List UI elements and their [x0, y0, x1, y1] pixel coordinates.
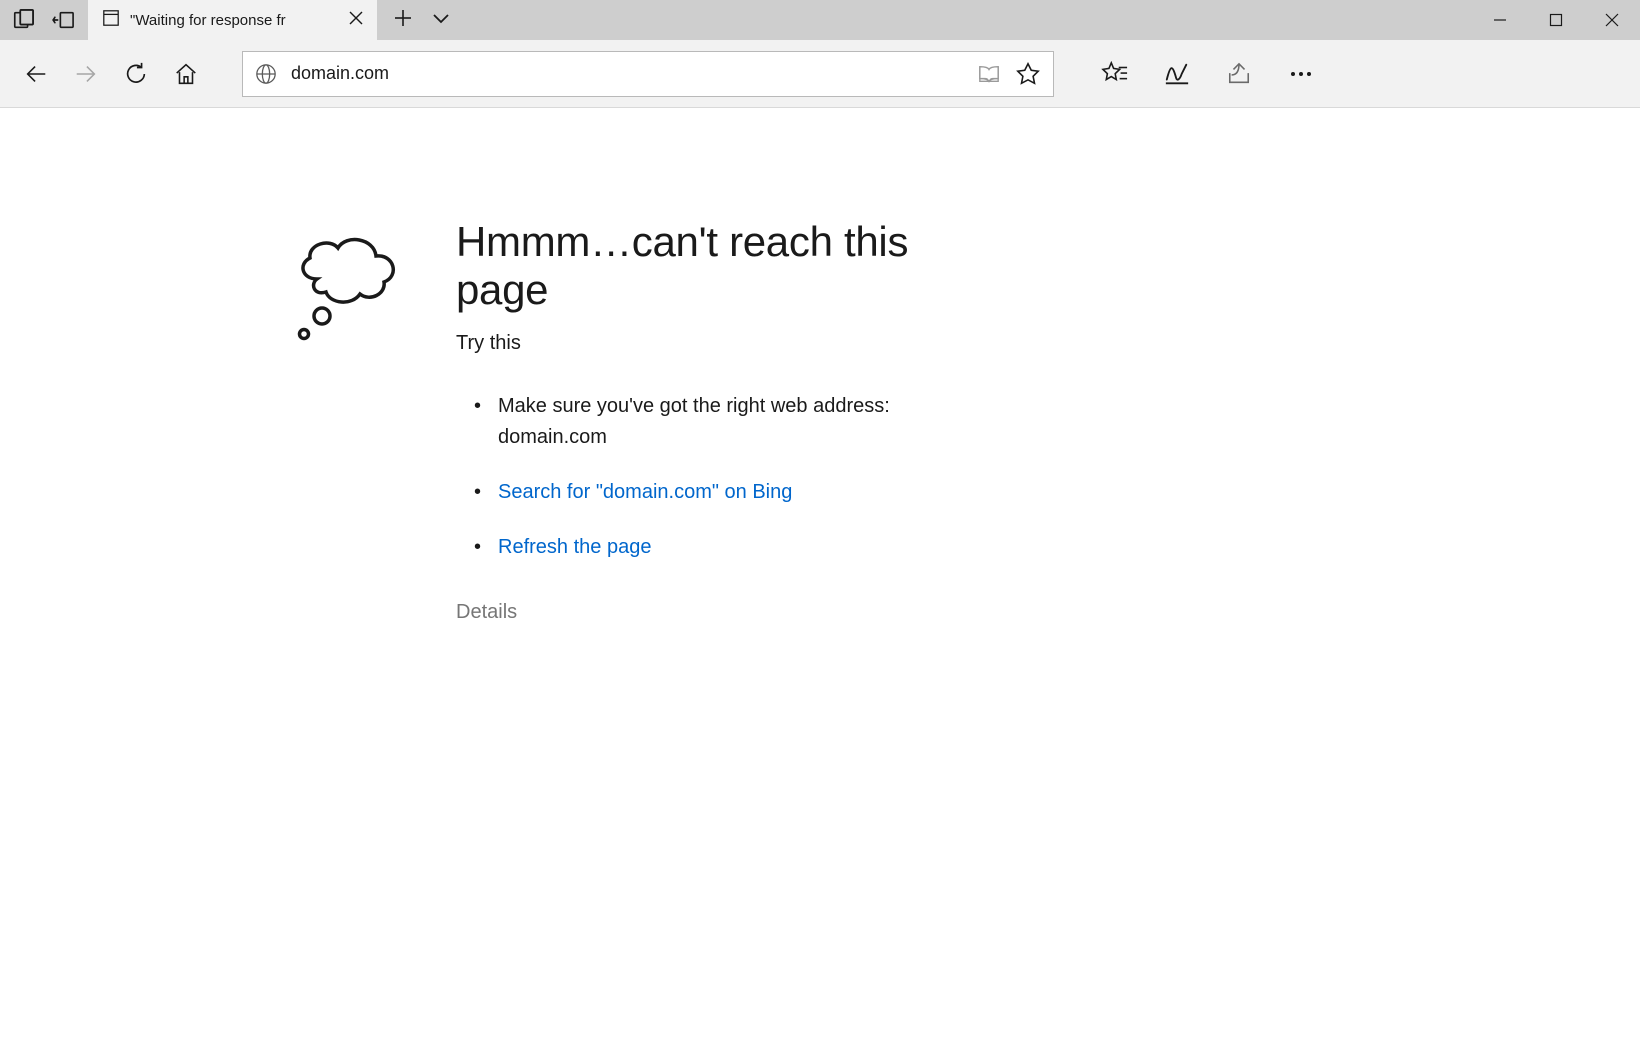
- suggestion-item: Refresh the page: [480, 532, 976, 563]
- share-button[interactable]: [1208, 50, 1270, 98]
- error-page-content: Hmmm…can't reach this page Try this Make…: [0, 108, 1640, 624]
- url-input[interactable]: [291, 63, 963, 84]
- new-tab-button[interactable]: [394, 9, 412, 32]
- browser-tab[interactable]: "Waiting for response fr: [88, 0, 378, 40]
- maximize-button[interactable]: [1528, 0, 1584, 40]
- favorites-hub-button[interactable]: [1084, 50, 1146, 98]
- refresh-page-link[interactable]: Refresh the page: [498, 536, 651, 558]
- suggestion-item: Search for "domain.com" on Bing: [480, 477, 976, 508]
- home-button[interactable]: [162, 50, 210, 98]
- set-tabs-aside-icon[interactable]: [52, 10, 76, 30]
- window-controls: [1472, 0, 1640, 40]
- back-button[interactable]: [12, 50, 60, 98]
- notes-button[interactable]: [1146, 50, 1208, 98]
- globe-icon: [255, 63, 277, 85]
- forward-button: [62, 50, 110, 98]
- tab-title: "Waiting for response fr: [130, 12, 339, 29]
- suggestion-list: Make sure you've got the right web addre…: [456, 391, 976, 563]
- minimize-button[interactable]: [1472, 0, 1528, 40]
- page-favicon-icon: [102, 9, 120, 32]
- favorite-star-icon[interactable]: [1015, 61, 1041, 87]
- tab-preview-button[interactable]: [432, 11, 450, 29]
- settings-menu-button[interactable]: [1270, 50, 1332, 98]
- tabs-aside-icon[interactable]: [12, 9, 34, 31]
- search-bing-link[interactable]: Search for "domain.com" on Bing: [498, 481, 792, 503]
- suggestion-item: Make sure you've got the right web addre…: [480, 391, 976, 453]
- error-heading: Hmmm…can't reach this page: [456, 218, 976, 314]
- toolbar-right: [1084, 50, 1332, 98]
- tab-strip-left: [0, 0, 88, 40]
- tab-actions: [378, 0, 466, 40]
- details-toggle[interactable]: Details: [456, 601, 976, 624]
- toolbar: [0, 40, 1640, 108]
- try-this-label: Try this: [456, 332, 976, 355]
- close-tab-button[interactable]: [349, 11, 363, 30]
- reading-view-icon[interactable]: [977, 63, 1001, 85]
- suggestion-text: Make sure you've got the right web addre…: [498, 395, 890, 448]
- error-message: Hmmm…can't reach this page Try this Make…: [456, 218, 976, 624]
- tab-strip: "Waiting for response fr: [0, 0, 1640, 40]
- refresh-button[interactable]: [112, 50, 160, 98]
- close-window-button[interactable]: [1584, 0, 1640, 40]
- thought-cloud-icon: [282, 224, 412, 624]
- address-bar[interactable]: [242, 51, 1054, 97]
